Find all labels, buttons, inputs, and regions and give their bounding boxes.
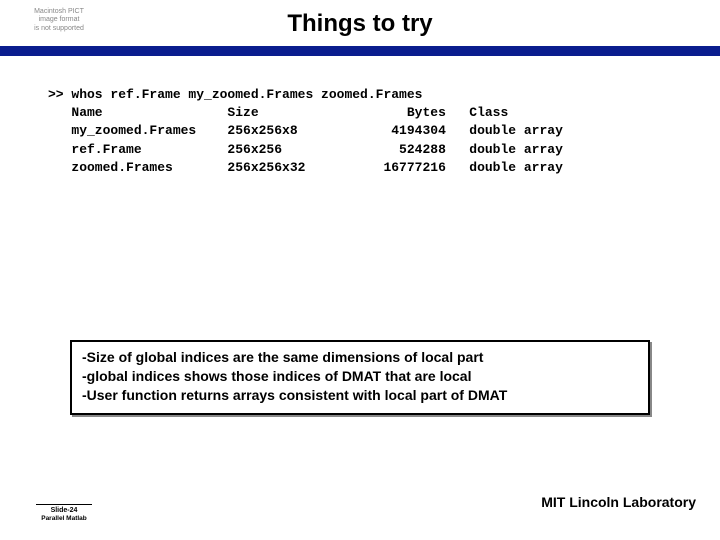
slide-number: Slide-24: [36, 507, 92, 515]
note-line-1: -Size of global indices are the same dim…: [82, 348, 638, 367]
slide-header: Things to try: [0, 0, 720, 38]
note-line-3: -User function returns arrays consistent…: [82, 386, 638, 405]
pict-line1: Macintosh PICT: [24, 8, 94, 16]
footer-rule: [36, 504, 92, 505]
pict-line2: image format: [24, 16, 94, 24]
footer-left: Slide-24 Parallel Matlab: [36, 504, 92, 522]
header-divider: [0, 46, 720, 56]
notes-box: -Size of global indices are the same dim…: [70, 340, 650, 415]
page-title: Things to try: [287, 10, 432, 38]
note-line-2: -global indices shows those indices of D…: [82, 367, 638, 386]
slide-footer: Slide-24 Parallel Matlab MIT Lincoln Lab…: [0, 488, 720, 528]
whos-output: >> whos ref.Frame my_zoomed.Frames zoome…: [48, 86, 720, 177]
pict-placeholder: Macintosh PICT image format is not suppo…: [24, 8, 94, 33]
pict-line3: is not supported: [24, 25, 94, 33]
footer-subtitle: Parallel Matlab: [36, 515, 92, 522]
footer-org: MIT Lincoln Laboratory: [541, 494, 696, 510]
